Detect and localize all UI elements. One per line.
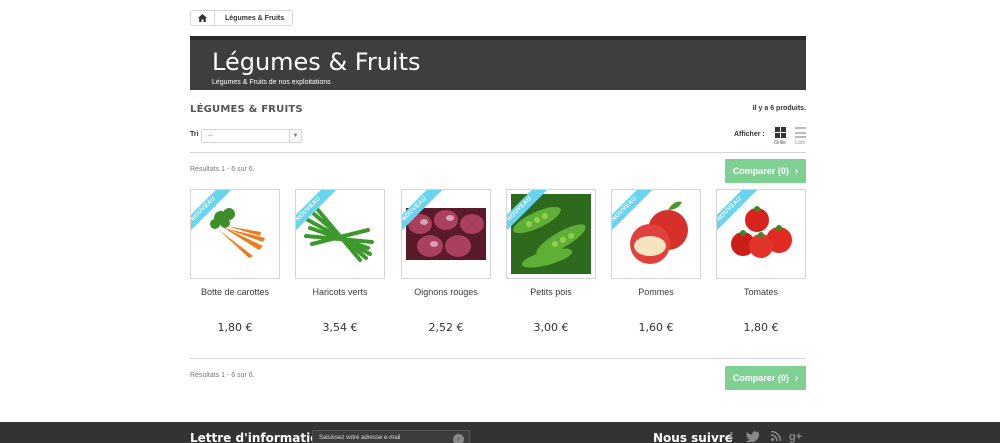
compare-label: Comparer (0) xyxy=(732,373,789,383)
view-list-label: Liste xyxy=(794,140,806,146)
product-count: Il y a 6 produits. xyxy=(752,105,806,112)
chevron-right-icon: › xyxy=(794,372,799,384)
product-card[interactable]: NOUVEAU Petits pois 3,00 € xyxy=(506,189,596,334)
product-image[interactable]: NOUVEAU xyxy=(506,189,596,279)
product-image[interactable]: NOUVEAU xyxy=(611,189,701,279)
product-image[interactable]: NOUVEAU xyxy=(401,189,491,279)
product-price: 1,60 € xyxy=(638,321,674,334)
product-image[interactable]: NOUVEAU xyxy=(295,189,385,279)
facebook-icon[interactable]: f xyxy=(729,431,733,443)
banner-title: Légumes & Fruits xyxy=(212,48,421,76)
google-plus-icon[interactable]: g+ xyxy=(789,431,802,443)
sort-label: Tri xyxy=(190,131,199,138)
compare-label: Comparer (0) xyxy=(732,166,789,176)
product-price: 3,54 € xyxy=(322,321,358,334)
twitter-icon[interactable] xyxy=(746,431,759,442)
product-name[interactable]: Haricots verts xyxy=(295,287,385,297)
sort-select-value: -- xyxy=(208,132,213,140)
product-name[interactable]: Botte de carottes xyxy=(190,287,280,297)
product-name[interactable]: Petits pois xyxy=(506,287,596,297)
product-price: 1,80 € xyxy=(743,321,779,334)
category-heading: LÉGUMES & FRUITS xyxy=(190,104,303,115)
banner-subtitle: Légumes & Fruits de nos exploitations xyxy=(212,79,331,86)
product-card[interactable]: NOUVEAU Haricots verts 3,54 € xyxy=(295,189,385,334)
product-price: 1,80 € xyxy=(217,321,253,334)
grid-icon xyxy=(774,127,786,138)
follow-title: Nous suivre xyxy=(653,431,733,443)
results-count-top: Résultats 1 - 6 sur 6. xyxy=(190,166,255,173)
newsletter-email-input[interactable]: Saisissez votre adresse e-mail › xyxy=(312,430,470,443)
compare-button-top[interactable]: Comparer (0) › xyxy=(725,159,806,183)
product-card[interactable]: NOUVEAU Pommes 1,60 € xyxy=(611,189,701,334)
newsletter-placeholder: Saisissez votre adresse e-mail xyxy=(319,435,401,441)
product-name[interactable]: Tomates xyxy=(716,287,806,297)
newsletter-submit-icon[interactable]: › xyxy=(453,434,464,443)
product-grid: NOUVEAU Botte de carottes 1,80 € NOUVEAU… xyxy=(190,189,806,339)
product-card[interactable]: NOUVEAU Oignons rouges 2,52 € xyxy=(401,189,491,334)
rss-icon[interactable] xyxy=(771,431,781,441)
view-list-button[interactable]: Liste xyxy=(792,127,808,146)
breadcrumb-home[interactable] xyxy=(191,11,215,25)
list-icon xyxy=(794,127,806,138)
chevron-right-icon: › xyxy=(794,165,799,177)
product-price: 3,00 € xyxy=(533,321,569,334)
results-count-bottom: Résultats 1 - 6 sur 6. xyxy=(190,372,255,379)
product-name[interactable]: Pommes xyxy=(611,287,701,297)
product-image[interactable]: NOUVEAU xyxy=(190,189,280,279)
breadcrumb-current: Légumes & Fruits xyxy=(225,14,285,22)
product-image[interactable]: NOUVEAU xyxy=(716,189,806,279)
sort-select[interactable]: -- ▼ xyxy=(201,129,302,143)
chevron-down-icon: ▼ xyxy=(289,130,301,142)
product-card[interactable]: NOUVEAU Tomates 1,80 € xyxy=(716,189,806,334)
product-card[interactable]: NOUVEAU Botte de carottes 1,80 € xyxy=(190,189,280,334)
view-grid-label: Grille xyxy=(774,140,786,146)
divider xyxy=(190,152,806,153)
category-banner: Légumes & Fruits Légumes & Fruits de nos… xyxy=(190,36,806,90)
home-icon xyxy=(198,14,207,22)
footer: Lettre d'informations Saisissez votre ad… xyxy=(0,422,1000,443)
product-name[interactable]: Oignons rouges xyxy=(401,287,491,297)
view-label: Afficher : xyxy=(734,131,765,138)
product-price: 2,52 € xyxy=(428,321,464,334)
breadcrumb: Légumes & Fruits xyxy=(190,10,294,26)
compare-button-bottom[interactable]: Comparer (0) › xyxy=(725,366,806,390)
view-grid-button[interactable]: Grille xyxy=(772,127,788,146)
divider xyxy=(190,358,806,359)
